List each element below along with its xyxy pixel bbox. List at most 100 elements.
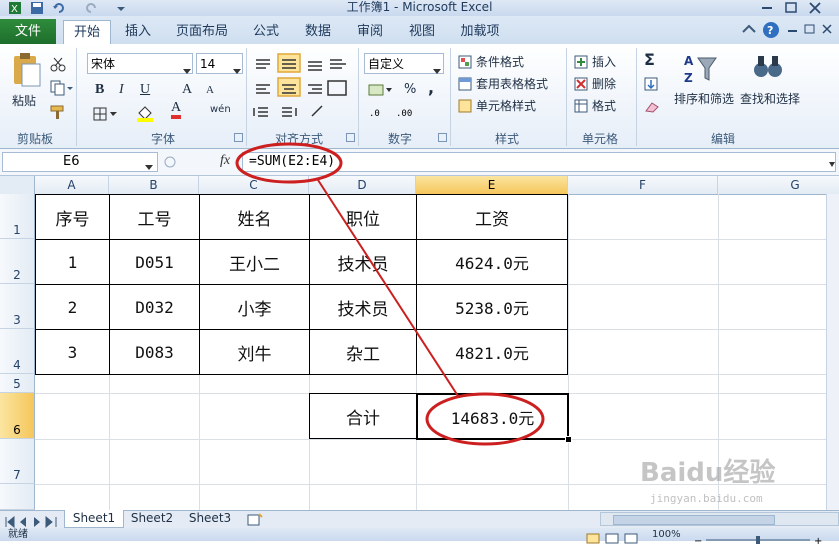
copy-icon[interactable]: [50, 80, 74, 100]
column-header-g[interactable]: G: [718, 176, 839, 194]
sheet-tab-sheet1[interactable]: Sheet1: [64, 510, 124, 528]
chevron-down-icon[interactable]: [433, 60, 441, 79]
table-cell[interactable]: 3: [35, 329, 110, 375]
sheet-tab-sheet3[interactable]: Sheet3: [182, 510, 238, 527]
find-select-button[interactable]: 查找和选择: [740, 90, 800, 107]
expand-formula-bar-icon[interactable]: [828, 156, 836, 175]
header-cell-name[interactable]: 姓名: [199, 194, 310, 240]
decimal-buttons-icon[interactable]: .0 .00: [368, 104, 428, 124]
delete-cells-button[interactable]: 删除: [592, 75, 616, 92]
zoom-slider[interactable]: − +: [694, 530, 824, 549]
minimize-ribbon-icon[interactable]: [740, 22, 758, 42]
table-cell[interactable]: 2: [35, 284, 110, 330]
zoom-level[interactable]: 100%: [652, 528, 681, 541]
row-header-4[interactable]: 4: [0, 329, 35, 374]
insert-cells-button[interactable]: 插入: [592, 53, 616, 70]
format-painter-icon[interactable]: [50, 104, 66, 124]
header-cell-position[interactable]: 职位: [309, 194, 417, 240]
cell-styles-button[interactable]: 单元格样式: [476, 97, 536, 114]
tab-addins[interactable]: 加载项: [454, 20, 506, 44]
workbook-window-controls[interactable]: [786, 22, 836, 42]
table-cell[interactable]: 5238.0元: [416, 284, 568, 330]
insert-function-button[interactable]: fx: [220, 153, 230, 169]
horizontal-scrollbar[interactable]: [600, 512, 839, 526]
chevron-down-icon[interactable]: [183, 60, 191, 79]
view-buttons-icon[interactable]: [586, 529, 646, 548]
row-header-6[interactable]: 6: [0, 393, 35, 439]
row-header-3[interactable]: 3: [0, 284, 35, 329]
tab-insert[interactable]: 插入: [117, 20, 159, 44]
column-header-e[interactable]: E: [416, 176, 568, 194]
number-dialog-launcher-icon[interactable]: [438, 133, 447, 142]
tab-home[interactable]: 开始: [63, 20, 111, 46]
column-header-c[interactable]: C: [199, 176, 309, 194]
accounting-format-icon[interactable]: [368, 82, 394, 101]
fill-color-icon[interactable]: [136, 104, 162, 126]
tab-page-layout[interactable]: 页面布局: [172, 20, 232, 44]
font-name-select[interactable]: 宋体: [87, 53, 193, 74]
sort-filter-button[interactable]: 排序和筛选: [674, 90, 734, 107]
column-header-f[interactable]: F: [568, 176, 718, 194]
table-cell[interactable]: 刘牛: [199, 329, 310, 375]
fill-icon[interactable]: [644, 76, 658, 95]
table-cell[interactable]: 4624.0元: [416, 239, 568, 285]
header-cell-salary[interactable]: 工资: [416, 194, 568, 240]
expand-name-box-icon[interactable]: [164, 154, 176, 174]
table-cell[interactable]: D032: [109, 284, 200, 330]
table-cell[interactable]: 王小二: [199, 239, 310, 285]
table-cell[interactable]: D051: [109, 239, 200, 285]
sheet-tab-sheet2[interactable]: Sheet2: [124, 510, 180, 527]
alignment-dialog-launcher-icon[interactable]: [346, 133, 355, 142]
column-header-a[interactable]: A: [35, 176, 109, 194]
cut-icon[interactable]: [50, 56, 66, 76]
format-as-table-button[interactable]: 套用表格格式: [476, 75, 548, 92]
total-label-cell[interactable]: 合计: [309, 393, 417, 439]
tab-data[interactable]: 数据: [298, 20, 338, 44]
underline-button[interactable]: U: [140, 82, 150, 98]
scrollbar-thumb[interactable]: [613, 515, 775, 525]
comma-button[interactable]: ,: [428, 78, 434, 97]
grow-font-button[interactable]: A: [182, 82, 192, 98]
row-header-1[interactable]: 1: [0, 194, 35, 239]
column-header-d[interactable]: D: [309, 176, 416, 194]
formula-input[interactable]: =SUM(E2:E4): [242, 152, 836, 172]
clear-icon[interactable]: [644, 98, 660, 117]
borders-icon[interactable]: [93, 106, 119, 125]
italic-button[interactable]: I: [119, 82, 124, 98]
alignment-buttons[interactable]: [252, 52, 352, 126]
number-format-select[interactable]: 自定义: [364, 53, 444, 74]
percent-button[interactable]: %: [404, 82, 416, 97]
table-cell[interactable]: 杂工: [309, 329, 417, 375]
table-cell[interactable]: 1: [35, 239, 110, 285]
tab-view[interactable]: 视图: [402, 20, 442, 44]
help-icon[interactable]: ?: [762, 21, 780, 43]
chevron-down-icon[interactable]: [233, 60, 241, 79]
table-cell[interactable]: 技术员: [309, 239, 417, 285]
window-controls[interactable]: [758, 0, 828, 14]
table-cell[interactable]: 4821.0元: [416, 329, 568, 375]
tab-formulas[interactable]: 公式: [246, 20, 286, 44]
paste-icon[interactable]: [10, 52, 44, 92]
vertical-scrollbar[interactable]: [826, 194, 839, 510]
chevron-down-icon[interactable]: [145, 159, 153, 177]
autosum-button[interactable]: Σ: [644, 50, 655, 69]
row-header-8[interactable]: [0, 484, 35, 510]
format-cells-button[interactable]: 格式: [592, 97, 616, 114]
row-header-7[interactable]: 7: [0, 439, 35, 484]
table-cell[interactable]: 小李: [199, 284, 310, 330]
font-color-button[interactable]: A: [171, 101, 182, 119]
header-cell-emp-id[interactable]: 工号: [109, 194, 200, 240]
phonetic-button[interactable]: wén: [210, 104, 231, 115]
table-cell[interactable]: D083: [109, 329, 200, 375]
name-box[interactable]: E6: [2, 152, 158, 172]
conditional-formatting-button[interactable]: 条件格式: [476, 53, 524, 70]
paste-button[interactable]: 粘贴: [12, 92, 36, 109]
tab-review[interactable]: 审阅: [350, 20, 390, 44]
tab-file[interactable]: 文件: [0, 19, 56, 44]
fill-handle[interactable]: [565, 436, 572, 443]
row-header-5[interactable]: 5: [0, 374, 35, 393]
font-dialog-launcher-icon[interactable]: [234, 133, 243, 142]
header-cell-index[interactable]: 序号: [35, 194, 110, 240]
column-header-b[interactable]: B: [109, 176, 199, 194]
total-value-cell-selected[interactable]: 14683.0元: [416, 393, 569, 440]
